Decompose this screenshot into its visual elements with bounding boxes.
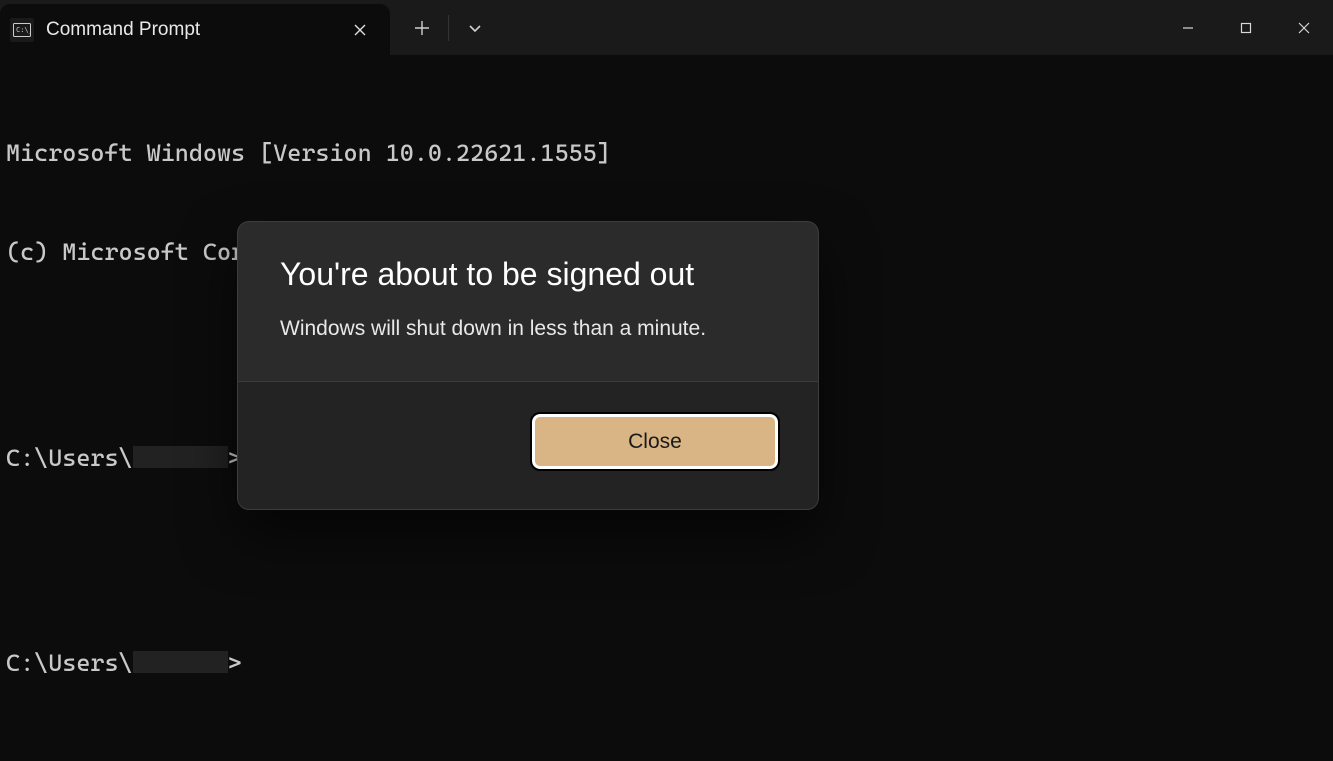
window-close-button[interactable] xyxy=(1275,8,1333,48)
window-controls xyxy=(1159,0,1333,55)
prompt-suffix: > xyxy=(228,649,242,677)
prompt-line-2: C:\Users\ > xyxy=(6,647,1327,680)
close-button[interactable]: Close xyxy=(532,414,778,469)
dialog-footer: Close xyxy=(238,381,818,509)
tab-actions xyxy=(390,0,499,55)
separator xyxy=(448,15,449,41)
dialog-message: Windows will shut down in less than a mi… xyxy=(280,317,776,341)
maximize-button[interactable] xyxy=(1217,8,1275,48)
terminal-icon: C:\_ xyxy=(10,18,34,42)
dialog-title: You're about to be signed out xyxy=(280,256,776,293)
blank-line xyxy=(6,548,1327,581)
svg-text:C:\_: C:\_ xyxy=(16,26,31,34)
tab-dropdown-button[interactable] xyxy=(451,8,499,48)
prompt-path-prefix: C:\Users\ xyxy=(6,649,133,677)
signout-dialog: You're about to be signed out Windows wi… xyxy=(237,221,819,510)
redacted-username xyxy=(133,651,228,673)
title-bar: C:\_ Command Prompt xyxy=(0,0,1333,55)
tab-close-button[interactable] xyxy=(346,16,374,44)
new-tab-button[interactable] xyxy=(398,8,446,48)
prompt-path-prefix: C:\Users\ xyxy=(6,444,133,472)
minimize-button[interactable] xyxy=(1159,8,1217,48)
redacted-username xyxy=(133,446,228,468)
title-bar-drag-area[interactable] xyxy=(499,0,1159,55)
tab-title: Command Prompt xyxy=(46,19,334,41)
close-button-label: Close xyxy=(628,430,682,454)
version-line: Microsoft Windows [Version 10.0.22621.15… xyxy=(6,137,1327,170)
tab-command-prompt[interactable]: C:\_ Command Prompt xyxy=(0,4,390,55)
dialog-body: You're about to be signed out Windows wi… xyxy=(238,222,818,381)
